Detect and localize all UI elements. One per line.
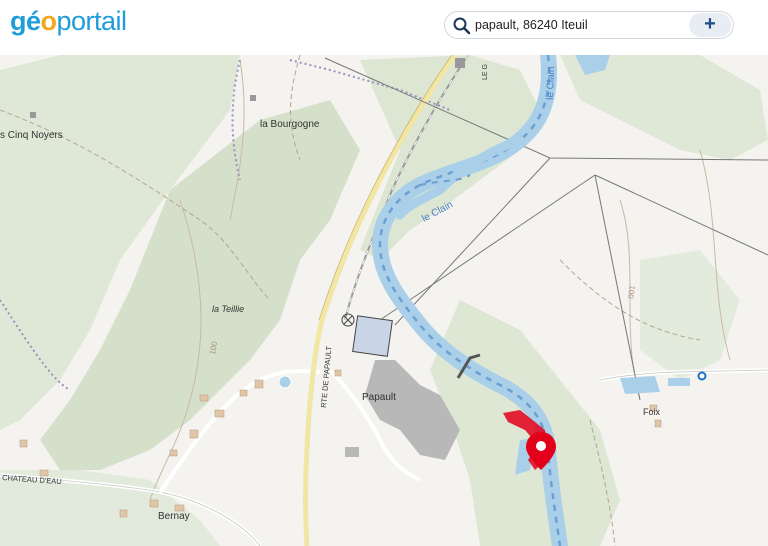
pond-icon bbox=[278, 375, 292, 389]
search-input[interactable] bbox=[475, 16, 685, 34]
building bbox=[30, 112, 36, 118]
building bbox=[250, 95, 256, 101]
pond bbox=[668, 378, 690, 386]
place-label-bourgogne: la Bourgogne bbox=[260, 119, 320, 130]
place-label-cinq-noyers: s Cinq Noyers bbox=[0, 130, 63, 141]
river-label-2: le Clain bbox=[545, 66, 557, 100]
place-label-teillie: la Teillie bbox=[212, 304, 244, 314]
road-label-le-g: LE G bbox=[482, 64, 489, 80]
search-bar[interactable]: + bbox=[444, 11, 734, 39]
spring-icon bbox=[697, 371, 707, 381]
geoportail-logo[interactable]: géoportail bbox=[10, 6, 127, 37]
place-label-foix: Foix bbox=[643, 407, 661, 417]
add-button[interactable]: + bbox=[689, 13, 731, 37]
building bbox=[455, 58, 465, 68]
header-bar: géoportail + bbox=[0, 0, 768, 55]
building bbox=[352, 315, 393, 357]
map-view[interactable]: s Cinq Noyers la Bourgogne la Teillie Pa… bbox=[0, 55, 768, 546]
building bbox=[345, 447, 359, 457]
pond bbox=[620, 376, 660, 394]
place-label-bernay: Bernay bbox=[158, 511, 190, 522]
place-label-papault: Papault bbox=[362, 392, 396, 403]
search-icon[interactable] bbox=[452, 16, 472, 36]
